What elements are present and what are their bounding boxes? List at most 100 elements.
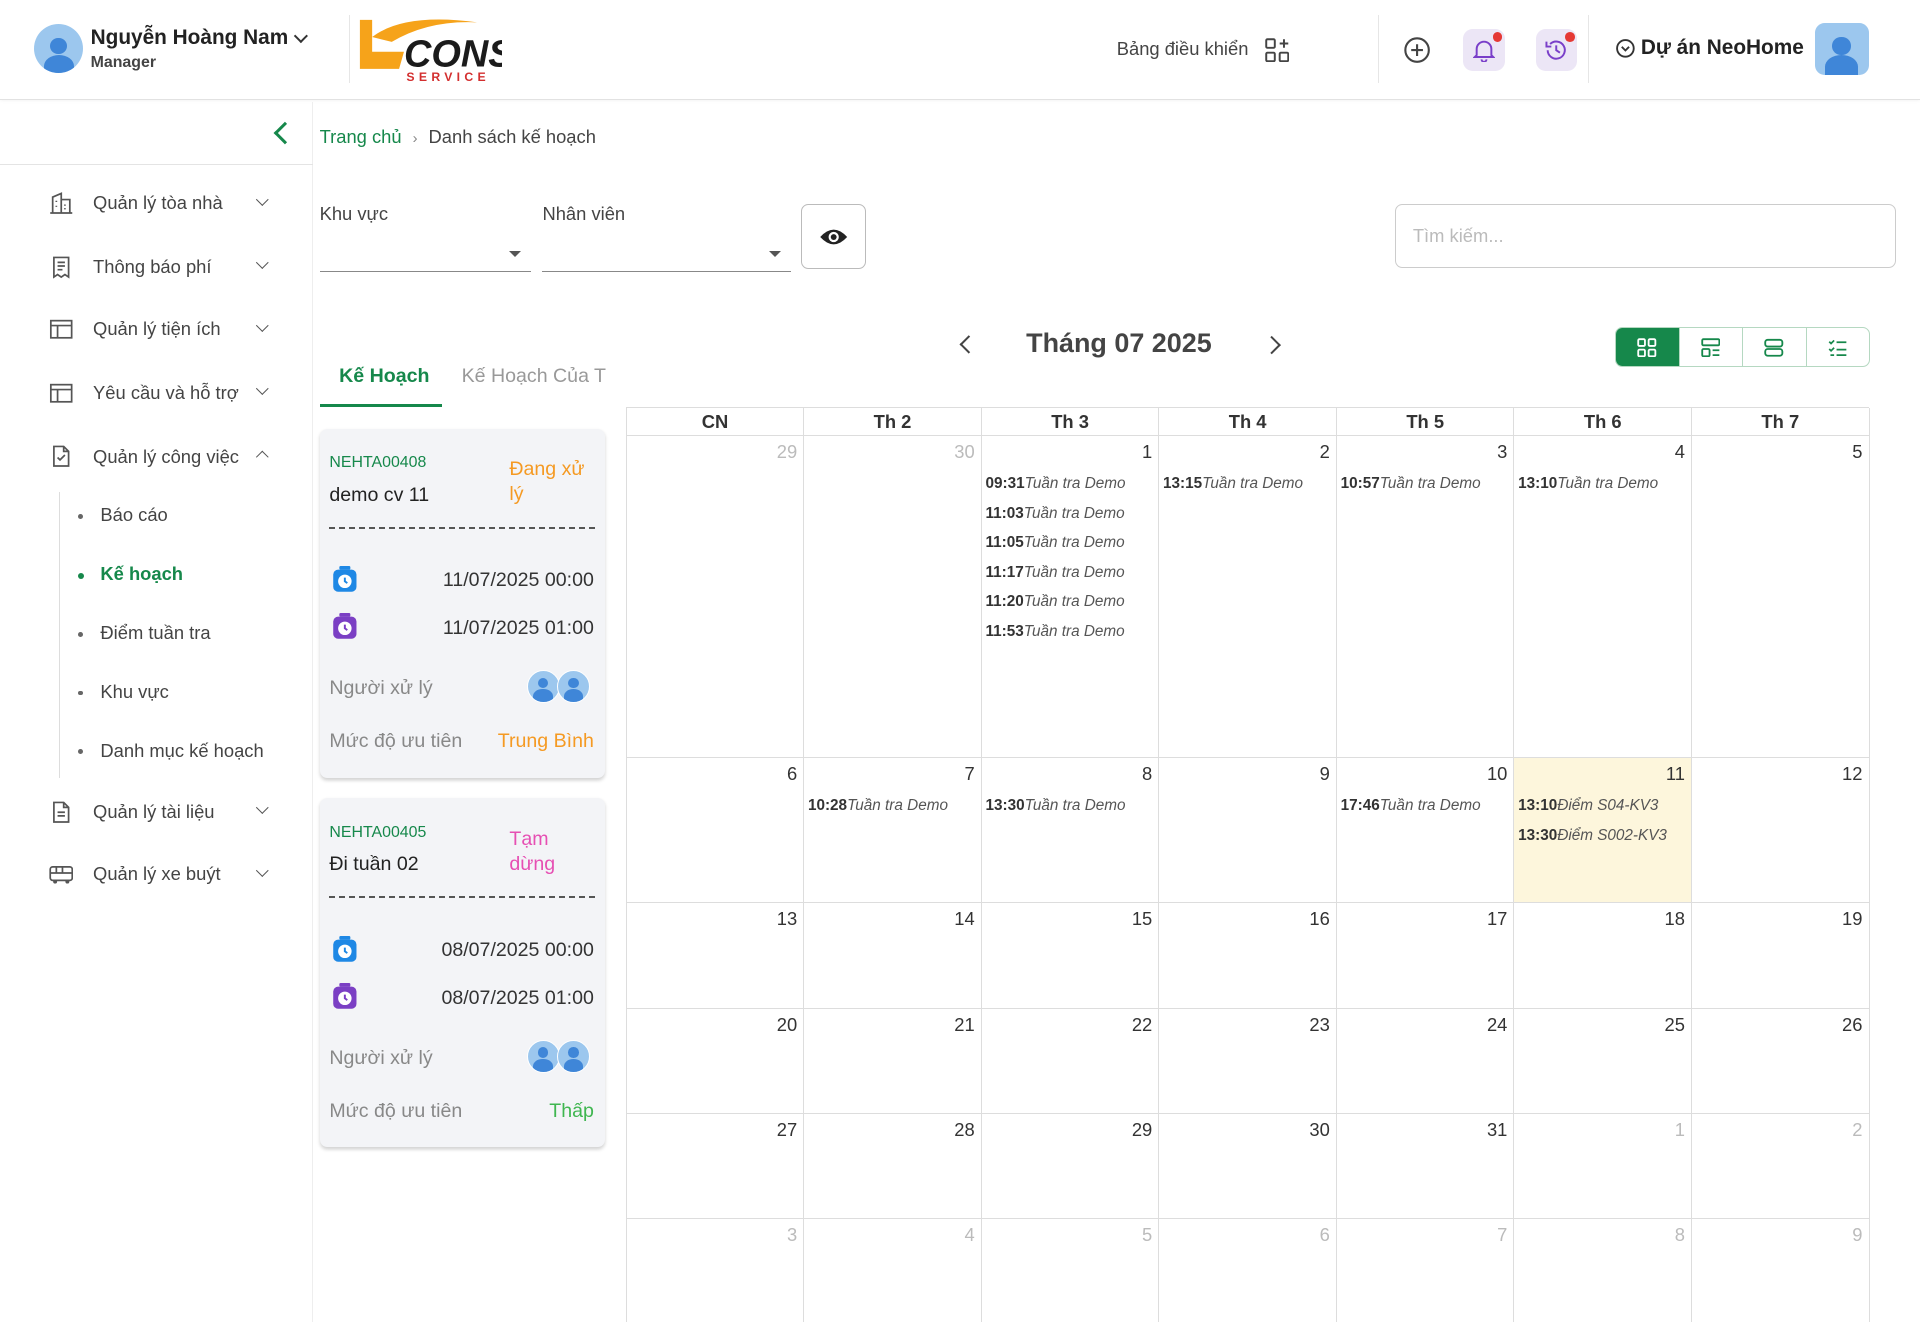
calendar-day-cell[interactable]: 3 10:57Tuần tra Demo xyxy=(1336,435,1515,758)
assignee-avatar[interactable] xyxy=(526,1039,560,1073)
calendar-day-cell[interactable]: 31 xyxy=(1336,1114,1515,1220)
sidebar-item-building[interactable]: Quản lý tòa nhà xyxy=(0,179,313,228)
calendar-event[interactable]: 11:03Tuần tra Demo xyxy=(985,505,1124,523)
calendar-day-cell[interactable]: 29 xyxy=(626,435,805,758)
calendar-day-cell[interactable]: 2 xyxy=(1692,1114,1870,1220)
calendar-day-cell[interactable]: 28 xyxy=(804,1114,982,1220)
calendar-event[interactable]: 11:05Tuần tra Demo xyxy=(985,534,1124,552)
dashboard-link[interactable]: Bảng điều khiển xyxy=(1117,38,1249,60)
plan-card[interactable]: NEHTA00408 demo cv 11 Đang xử lý 11/07/2025… xyxy=(319,428,605,778)
sidebar-sub-patrol-point[interactable]: Điểm tuần tra xyxy=(78,622,211,644)
dashboard-grid-icon[interactable] xyxy=(1265,38,1290,63)
month-view-button[interactable] xyxy=(1616,327,1680,366)
calendar-event[interactable]: 13:15Tuần tra Demo xyxy=(1163,475,1303,493)
sidebar-sub-plan-category[interactable]: Danh mục kế hoạch xyxy=(78,740,264,762)
tab-my-plans[interactable]: Kế Hoạch Của Tôi xyxy=(462,365,606,388)
calendar-day-cell[interactable]: 8 13:30Tuần tra Demo xyxy=(981,757,1160,904)
user-name[interactable]: Nguyễn Hoàng Nam xyxy=(91,26,289,50)
calendar-day-cell[interactable]: 1 09:31Tuần tra Demo 11:03Tuần tra Demo 11:… xyxy=(981,435,1160,758)
search-input[interactable] xyxy=(1394,204,1896,269)
calendar-event[interactable]: 13:10Điểm S04-KV3 xyxy=(1518,797,1658,815)
calendar-day-cell[interactable]: 9 xyxy=(1159,757,1337,904)
sidebar-item-fee-notice[interactable]: Thông báo phí xyxy=(0,242,313,291)
calendar-day-cell[interactable]: 20 xyxy=(626,1008,805,1115)
account-avatar[interactable] xyxy=(1814,23,1869,75)
calendar-day-cell[interactable]: 12 xyxy=(1692,757,1870,904)
sidebar-item-bus[interactable]: Quản lý xe buýt xyxy=(0,850,313,899)
calendar-day-cell[interactable]: 23 xyxy=(1159,1008,1337,1115)
calendar-day-cell[interactable]: 10 17:46Tuần tra Demo xyxy=(1336,757,1515,904)
calendar-day-cell[interactable]: 2 13:15Tuần tra Demo xyxy=(1159,435,1337,758)
calendar-day-cell[interactable]: 13 xyxy=(626,903,805,1009)
calendar-event[interactable]: 13:30Điểm S002-KV3 xyxy=(1518,827,1667,845)
calendar-event[interactable]: 17:46Tuần tra Demo xyxy=(1341,797,1481,815)
calendar-day-cell[interactable]: 27 xyxy=(626,1114,805,1220)
calendar-day-cell[interactable]: 15 xyxy=(981,903,1160,1009)
staff-filter-select[interactable] xyxy=(542,233,791,272)
calendar-day-cell[interactable]: 6 xyxy=(1159,1219,1337,1323)
prev-month-icon[interactable] xyxy=(959,335,979,355)
calendar-day-cell[interactable]: 5 xyxy=(982,1219,1160,1323)
calendar-day-cell[interactable]: 22 xyxy=(981,1008,1160,1115)
calendar-event[interactable]: 10:28Tuần tra Demo xyxy=(808,797,948,815)
calendar-day-cell[interactable]: 1 xyxy=(1514,1114,1693,1220)
list-view-button[interactable] xyxy=(1807,328,1869,366)
assignee-avatar[interactable] xyxy=(526,669,560,703)
calendar-day-cell[interactable]: 16 xyxy=(1159,903,1337,1009)
sidebar-item-utilities[interactable]: Quản lý tiện ích xyxy=(0,305,313,354)
calendar-day-cell[interactable]: 29 xyxy=(981,1114,1160,1220)
user-menu-chevron-icon[interactable] xyxy=(294,28,309,43)
breadcrumb-home[interactable]: Trang chủ xyxy=(320,126,402,147)
calendar-day-cell[interactable]: 26 xyxy=(1692,1008,1870,1115)
sidebar-sub-plan[interactable]: Kế hoạch xyxy=(78,563,183,585)
calendar-event[interactable]: 13:30Tuần tra Demo xyxy=(985,797,1125,815)
sidebar-item-documents[interactable]: Quản lý tài liệu xyxy=(0,787,313,836)
calendar-day-cell[interactable]: 6 xyxy=(626,757,805,904)
calendar-day-cell[interactable]: 8 xyxy=(1514,1219,1693,1323)
add-circle-icon[interactable] xyxy=(1403,36,1431,64)
calendar-day-cell[interactable]: 17 xyxy=(1336,903,1515,1009)
calendar-day-cell[interactable]: 14 xyxy=(804,903,982,1009)
calendar-day-cell[interactable]: 11 13:10Điểm S04-KV3 13:30Điểm S002-KV3 xyxy=(1514,757,1693,904)
sidebar-item-requests[interactable]: Yêu cầu và hỗ trợ xyxy=(0,369,313,418)
calendar-day-cell[interactable]: 18 xyxy=(1514,903,1693,1009)
area-dropdown-caret-icon[interactable] xyxy=(509,251,522,257)
calendar-event[interactable]: 11:20Tuần tra Demo xyxy=(985,593,1124,611)
calendar-event[interactable]: 11:17Tuần tra Demo xyxy=(985,564,1124,582)
day-view-button[interactable] xyxy=(1743,327,1808,366)
notification-button[interactable] xyxy=(1463,29,1505,71)
sidebar-item-tasks[interactable]: Quản lý công việc xyxy=(0,432,313,481)
calendar-day-cell[interactable]: 7 10:28Tuần tra Demo xyxy=(804,757,982,904)
week-view-button[interactable] xyxy=(1680,327,1744,366)
next-month-icon[interactable] xyxy=(1262,335,1282,355)
calendar-day-cell[interactable]: 19 xyxy=(1692,903,1870,1009)
tab-plans[interactable]: Kế Hoạch xyxy=(339,365,429,388)
calendar-day-cell[interactable]: 30 xyxy=(1159,1114,1337,1220)
calendar-day-cell[interactable]: 25 xyxy=(1514,1008,1693,1115)
calendar-day-cell[interactable]: 4 13:10Tuần tra Demo xyxy=(1514,435,1693,758)
calendar-day-cell[interactable]: 5 xyxy=(1692,435,1870,758)
assignee-avatar[interactable] xyxy=(557,1039,591,1073)
calendar-day-cell[interactable]: 7 xyxy=(1337,1219,1515,1323)
area-filter-select[interactable] xyxy=(320,233,532,272)
history-button[interactable] xyxy=(1535,29,1578,71)
assignee-avatar[interactable] xyxy=(557,669,591,703)
calendar-day-cell[interactable]: 30 xyxy=(804,435,982,758)
calendar-day-cell[interactable]: 21 xyxy=(804,1008,982,1115)
staff-dropdown-caret-icon[interactable] xyxy=(768,251,781,257)
sidebar-sub-report[interactable]: Báo cáo xyxy=(78,504,168,526)
calendar-day-cell[interactable]: 9 xyxy=(1692,1219,1870,1323)
project-selector[interactable]: Dự án NeoHome xyxy=(1641,36,1804,60)
view-toggle-button[interactable] xyxy=(800,204,866,270)
project-check-icon[interactable] xyxy=(1615,38,1636,59)
calendar-event[interactable]: 11:53Tuần tra Demo xyxy=(985,623,1124,641)
calendar-day-cell[interactable]: 3 xyxy=(627,1219,805,1323)
plan-card[interactable]: NEHTA00405 Đi tuần 02 Tạm dừng 08/07/2025 0… xyxy=(319,798,605,1148)
calendar-event[interactable]: 09:31Tuần tra Demo xyxy=(985,475,1125,493)
sidebar-sub-area[interactable]: Khu vực xyxy=(78,681,169,703)
calendar-day-cell[interactable]: 24 xyxy=(1336,1008,1515,1115)
user-avatar[interactable] xyxy=(34,24,84,74)
calendar-day-cell[interactable]: 4 xyxy=(804,1219,982,1323)
calendar-event[interactable]: 13:10Tuần tra Demo xyxy=(1518,475,1658,493)
collapse-sidebar-icon[interactable] xyxy=(273,121,296,145)
